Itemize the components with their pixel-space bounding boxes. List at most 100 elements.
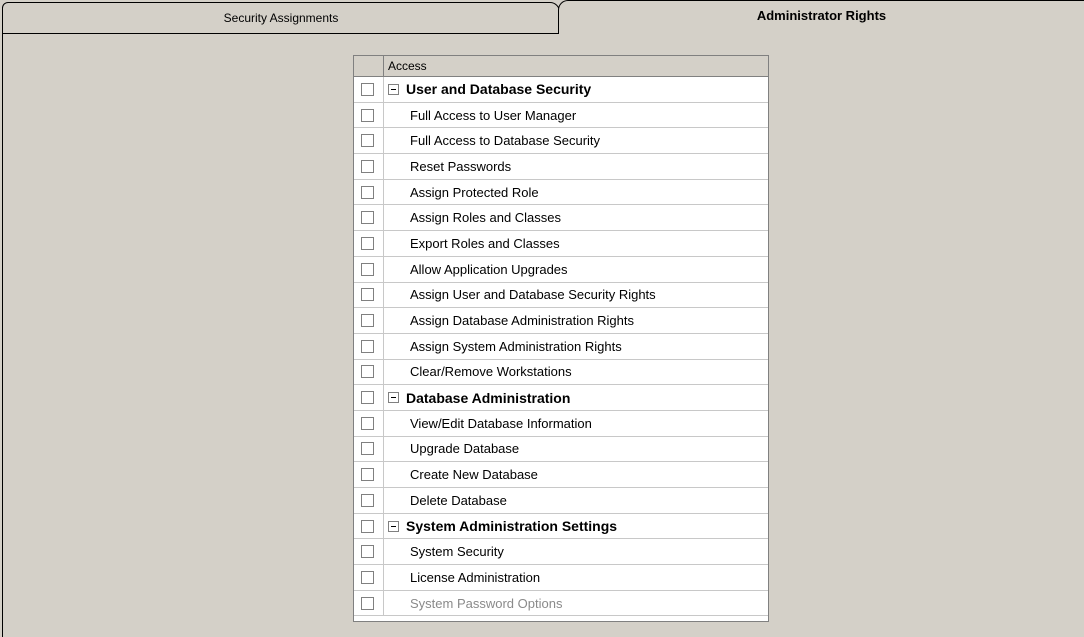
check-cell: [354, 565, 384, 590]
permission-row[interactable]: License Administration: [354, 565, 768, 591]
permission-label: System Security: [410, 544, 504, 560]
group-row[interactable]: User and Database Security: [354, 77, 768, 103]
permission-row[interactable]: Full Access to User Manager: [354, 102, 768, 129]
access-cell: Create New Database: [384, 462, 768, 487]
permission-row[interactable]: Delete Database: [354, 488, 768, 514]
check-cell: [354, 102, 384, 128]
permission-row[interactable]: Create New Database: [354, 462, 768, 488]
permission-checkbox[interactable]: [361, 236, 374, 250]
permission-checkbox[interactable]: [361, 339, 374, 353]
permission-label: Assign Protected Role: [410, 184, 539, 200]
check-cell: [354, 205, 384, 231]
grid-rows: User and Database Security Full Access to…: [354, 77, 768, 617]
check-cell: [354, 462, 384, 487]
access-cell: Assign Database Administration Rights: [384, 308, 768, 333]
permission-row[interactable]: Assign Protected Role: [354, 179, 768, 206]
access-cell: Clear/Remove Workstations: [384, 360, 768, 385]
permission-checkbox[interactable]: [361, 82, 374, 96]
permission-checkbox[interactable]: [361, 134, 374, 148]
permission-row[interactable]: Upgrade Database: [354, 436, 768, 463]
permission-label: Export Roles and Classes: [410, 235, 560, 251]
check-cell: [354, 590, 384, 616]
permission-row[interactable]: Export Roles and Classes: [354, 231, 768, 257]
permission-label: Reset Passwords: [410, 158, 512, 174]
tab-security-assignments[interactable]: Security Assignments: [2, 2, 560, 34]
check-cell: [354, 333, 384, 359]
permission-label: System Administration Settings: [406, 518, 618, 535]
permission-row[interactable]: Assign Roles and Classes: [354, 205, 768, 232]
access-cell: Assign Roles and Classes: [384, 205, 768, 230]
permission-label: View/Edit Database Information: [410, 415, 592, 431]
permission-checkbox[interactable]: [361, 211, 374, 225]
permission-row[interactable]: Allow Application Upgrades: [354, 256, 768, 283]
permission-checkbox[interactable]: [361, 493, 374, 507]
check-cell: [354, 282, 384, 308]
tab-administrator-rights[interactable]: Administrator Rights: [558, 0, 1084, 34]
grid-header: Access: [354, 56, 768, 77]
check-cell: [354, 128, 384, 154]
check-cell: [354, 385, 384, 410]
permission-checkbox[interactable]: [361, 365, 374, 379]
collapse-icon[interactable]: [388, 520, 399, 532]
access-cell: View/Edit Database Information: [384, 411, 768, 436]
permission-checkbox[interactable]: [361, 570, 374, 584]
permission-label: Assign User and Database Security Rights: [410, 287, 656, 303]
permission-row[interactable]: Reset Passwords: [354, 154, 768, 180]
collapse-icon[interactable]: [388, 392, 399, 404]
check-cell: [354, 77, 384, 102]
permission-row[interactable]: Full Access to Database Security: [354, 128, 768, 155]
permission-label: Delete Database: [410, 492, 507, 508]
permission-checkbox[interactable]: [361, 185, 374, 199]
permission-row[interactable]: Assign Database Administration Rights: [354, 308, 768, 334]
permission-checkbox[interactable]: [361, 468, 374, 482]
permission-checkbox[interactable]: [361, 545, 374, 559]
admin-rights-window: Security Assignments Administrator Right…: [0, 0, 1084, 637]
permission-checkbox[interactable]: [361, 519, 374, 533]
permission-checkbox[interactable]: [361, 442, 374, 456]
permission-label: License Administration: [410, 569, 541, 585]
access-cell: Export Roles and Classes: [384, 231, 768, 256]
permission-checkbox[interactable]: [361, 288, 374, 302]
access-cell: Full Access to Database Security: [384, 128, 768, 153]
access-grid[interactable]: Access User and Database Security Full Ac…: [353, 55, 769, 622]
permission-label: Clear/Remove Workstations: [410, 364, 572, 380]
permission-row[interactable]: Clear/Remove Workstations: [354, 359, 768, 386]
permission-checkbox[interactable]: [361, 108, 374, 122]
permission-row[interactable]: System Security: [354, 539, 768, 566]
permission-checkbox[interactable]: [361, 314, 374, 328]
permission-checkbox[interactable]: [361, 262, 374, 276]
permission-label: User and Database Security: [406, 81, 592, 98]
check-cell: [354, 513, 384, 539]
check-cell: [354, 410, 384, 436]
check-cell: [354, 308, 384, 333]
permission-row[interactable]: View/Edit Database Information: [354, 410, 768, 437]
header-check-column[interactable]: [354, 56, 384, 76]
access-cell: Delete Database: [384, 488, 768, 513]
check-cell: [354, 488, 384, 513]
permission-label: Assign System Administration Rights: [410, 338, 622, 354]
check-cell: [354, 436, 384, 462]
permission-row[interactable]: System Password Options: [354, 590, 768, 617]
group-row[interactable]: System Administration Settings: [354, 513, 768, 540]
header-access[interactable]: Access: [384, 56, 768, 76]
permission-label: System Password Options: [410, 595, 563, 611]
check-cell: [354, 256, 384, 282]
collapse-icon[interactable]: [388, 83, 399, 95]
permission-label: Assign Database Administration Rights: [410, 313, 635, 329]
access-cell: Allow Application Upgrades: [384, 257, 768, 282]
access-cell: Assign User and Database Security Rights: [384, 283, 768, 308]
permission-checkbox[interactable]: [361, 596, 374, 610]
permission-label: Create New Database: [410, 467, 538, 483]
access-cell: System Administration Settings: [384, 514, 768, 539]
permission-checkbox[interactable]: [361, 416, 374, 430]
permission-checkbox[interactable]: [361, 391, 374, 405]
permission-label: Full Access to Database Security: [410, 133, 601, 149]
permission-checkbox[interactable]: [361, 159, 374, 173]
access-cell: User and Database Security: [384, 77, 768, 102]
group-row[interactable]: Database Administration: [354, 385, 768, 411]
check-cell: [354, 179, 384, 205]
permission-row[interactable]: Assign User and Database Security Rights: [354, 282, 768, 309]
access-cell: Full Access to User Manager: [384, 103, 768, 128]
permission-row[interactable]: Assign System Administration Rights: [354, 333, 768, 360]
access-cell: Reset Passwords: [384, 154, 768, 179]
